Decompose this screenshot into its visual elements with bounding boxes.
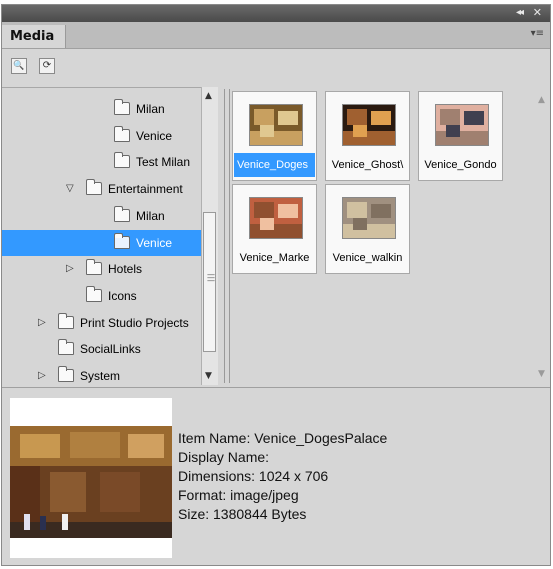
tree-scroll-thumb[interactable]: — — — [203,212,216,352]
thumbnail-item[interactable]: Venice_Gondo [418,91,503,181]
folder-icon [86,259,102,276]
thumbnail-item[interactable]: Venice_walkin [325,184,410,274]
folder-icon [114,205,130,222]
tree-item-label: Milan [136,102,165,116]
panel-menu-icon[interactable]: ▾≡ [531,28,544,39]
scroll-up-arrow-icon[interactable]: ▲ [205,91,212,101]
collapsed-arrow-icon[interactable]: ▷ [38,370,46,381]
folder-icon [114,232,130,249]
tree-item-label: Icons [108,288,137,303]
thumbnail-grid: Venice_Doges Venice_Ghost\ Venice_Gondo Ven… [232,91,532,381]
expanded-arrow-icon[interactable]: ▽ [66,183,74,194]
folder-tree: Milan Venice Test Milan ▽ Entertainment Milan… [2,87,218,386]
tree-item-label: SocialLinks [80,342,141,357]
tree-item[interactable]: Milan [2,96,201,122]
thumbnail-image [249,197,303,239]
thumbnail-caption: Venice_Doges [234,153,315,177]
item-name-text: Item Name: Venice_DogesPalace [178,430,388,446]
folder-icon [58,312,74,329]
tree-item-label: Entertainment [108,182,183,197]
tree-item-label: Print Studio Projects [80,315,189,330]
collapsed-arrow-icon[interactable]: ▷ [38,317,46,328]
thumbnail-caption: Venice_walkin [332,252,403,264]
thumbnail-image [342,104,396,146]
tree-item[interactable]: ▽ Entertainment [2,176,201,202]
toolbar: 🔍 ⟳ [2,49,550,83]
grip-icon: — — — [207,270,215,285]
tree-item-label: System [80,369,121,383]
preview-pane [10,398,172,558]
tree-item[interactable]: Venice [2,123,201,149]
scroll-up-arrow-icon[interactable]: ▲ [538,95,545,105]
pane-splitter[interactable] [224,89,230,383]
tree-item-label: Venice [136,128,173,143]
folder-icon [86,179,102,196]
display-name-text: Display Name: [178,449,270,465]
folder-icon [58,366,74,382]
details-separator [2,387,550,388]
refresh-icon: ⟳ [42,60,52,71]
tree-item-label: Milan [136,208,165,223]
collapsed-arrow-icon[interactable]: ▷ [66,263,74,274]
tree-item[interactable]: Icons [2,283,201,309]
folder-icon [86,285,102,302]
tree-item[interactable]: SocialLinks [2,336,201,362]
thumbnail-caption: Venice_Ghost\ [331,159,404,171]
scroll-down-arrow-icon[interactable]: ▼ [205,371,212,381]
tree-item-label: Hotels [108,262,143,277]
dimensions-text: Dimensions: 1024 x 706 [178,468,329,484]
size-text: Size: 1380844 Bytes [178,506,307,522]
close-icon[interactable]: ✕ [533,6,542,19]
search-icon: 🔍 [13,61,25,71]
grid-scrollbar[interactable]: ▲ ▼ [535,89,550,383]
thumbnail-item[interactable]: Venice_Ghost\ [325,91,410,181]
tree-item[interactable]: Test Milan [2,149,201,175]
tree-item[interactable]: ▷ System [2,363,201,386]
preview-image [10,426,172,538]
tab-media[interactable]: Media [2,25,66,48]
folder-icon [114,99,130,115]
search-button[interactable]: 🔍 [11,58,27,74]
folder-icon [58,339,74,356]
tree-item[interactable]: ▷ Print Studio Projects [2,310,201,336]
thumbnail-image [249,104,303,146]
thumbnail-item[interactable]: Venice_Doges [232,91,317,181]
folder-icon [114,152,130,169]
scroll-down-arrow-icon[interactable]: ▼ [538,369,545,379]
panel-titlebar: ◂◂ ✕ [2,5,550,22]
collapse-panel-icon[interactable]: ◂◂ [516,7,524,18]
tree-item[interactable]: Milan [2,203,201,229]
tree-scrollbar[interactable]: ▲ — — — ▼ [201,87,218,385]
tree-item[interactable]: Venice [2,229,201,256]
tree-item-label: Test Milan [136,155,191,170]
thumbnail-image [435,104,489,146]
tab-strip: Media ▾≡ [2,22,550,49]
format-text: Format: image/jpeg [178,487,299,503]
thumbnail-caption: Venice_Marke [239,252,310,264]
tree-item-label: Venice [136,235,173,250]
item-details: Item Name: Venice_DogesPalace Display Na… [178,429,387,524]
thumbnail-caption: Venice_Gondo [424,159,497,171]
thumbnail-image [342,197,396,239]
thumbnail-item[interactable]: Venice_Marke [232,184,317,274]
tree-item[interactable]: ▷ Hotels [2,256,201,282]
refresh-button[interactable]: ⟳ [39,58,55,74]
folder-icon [114,125,130,142]
media-panel: ◂◂ ✕ Media ▾≡ 🔍 ⟳ Milan Venice Test Milan ▽… [1,4,551,566]
